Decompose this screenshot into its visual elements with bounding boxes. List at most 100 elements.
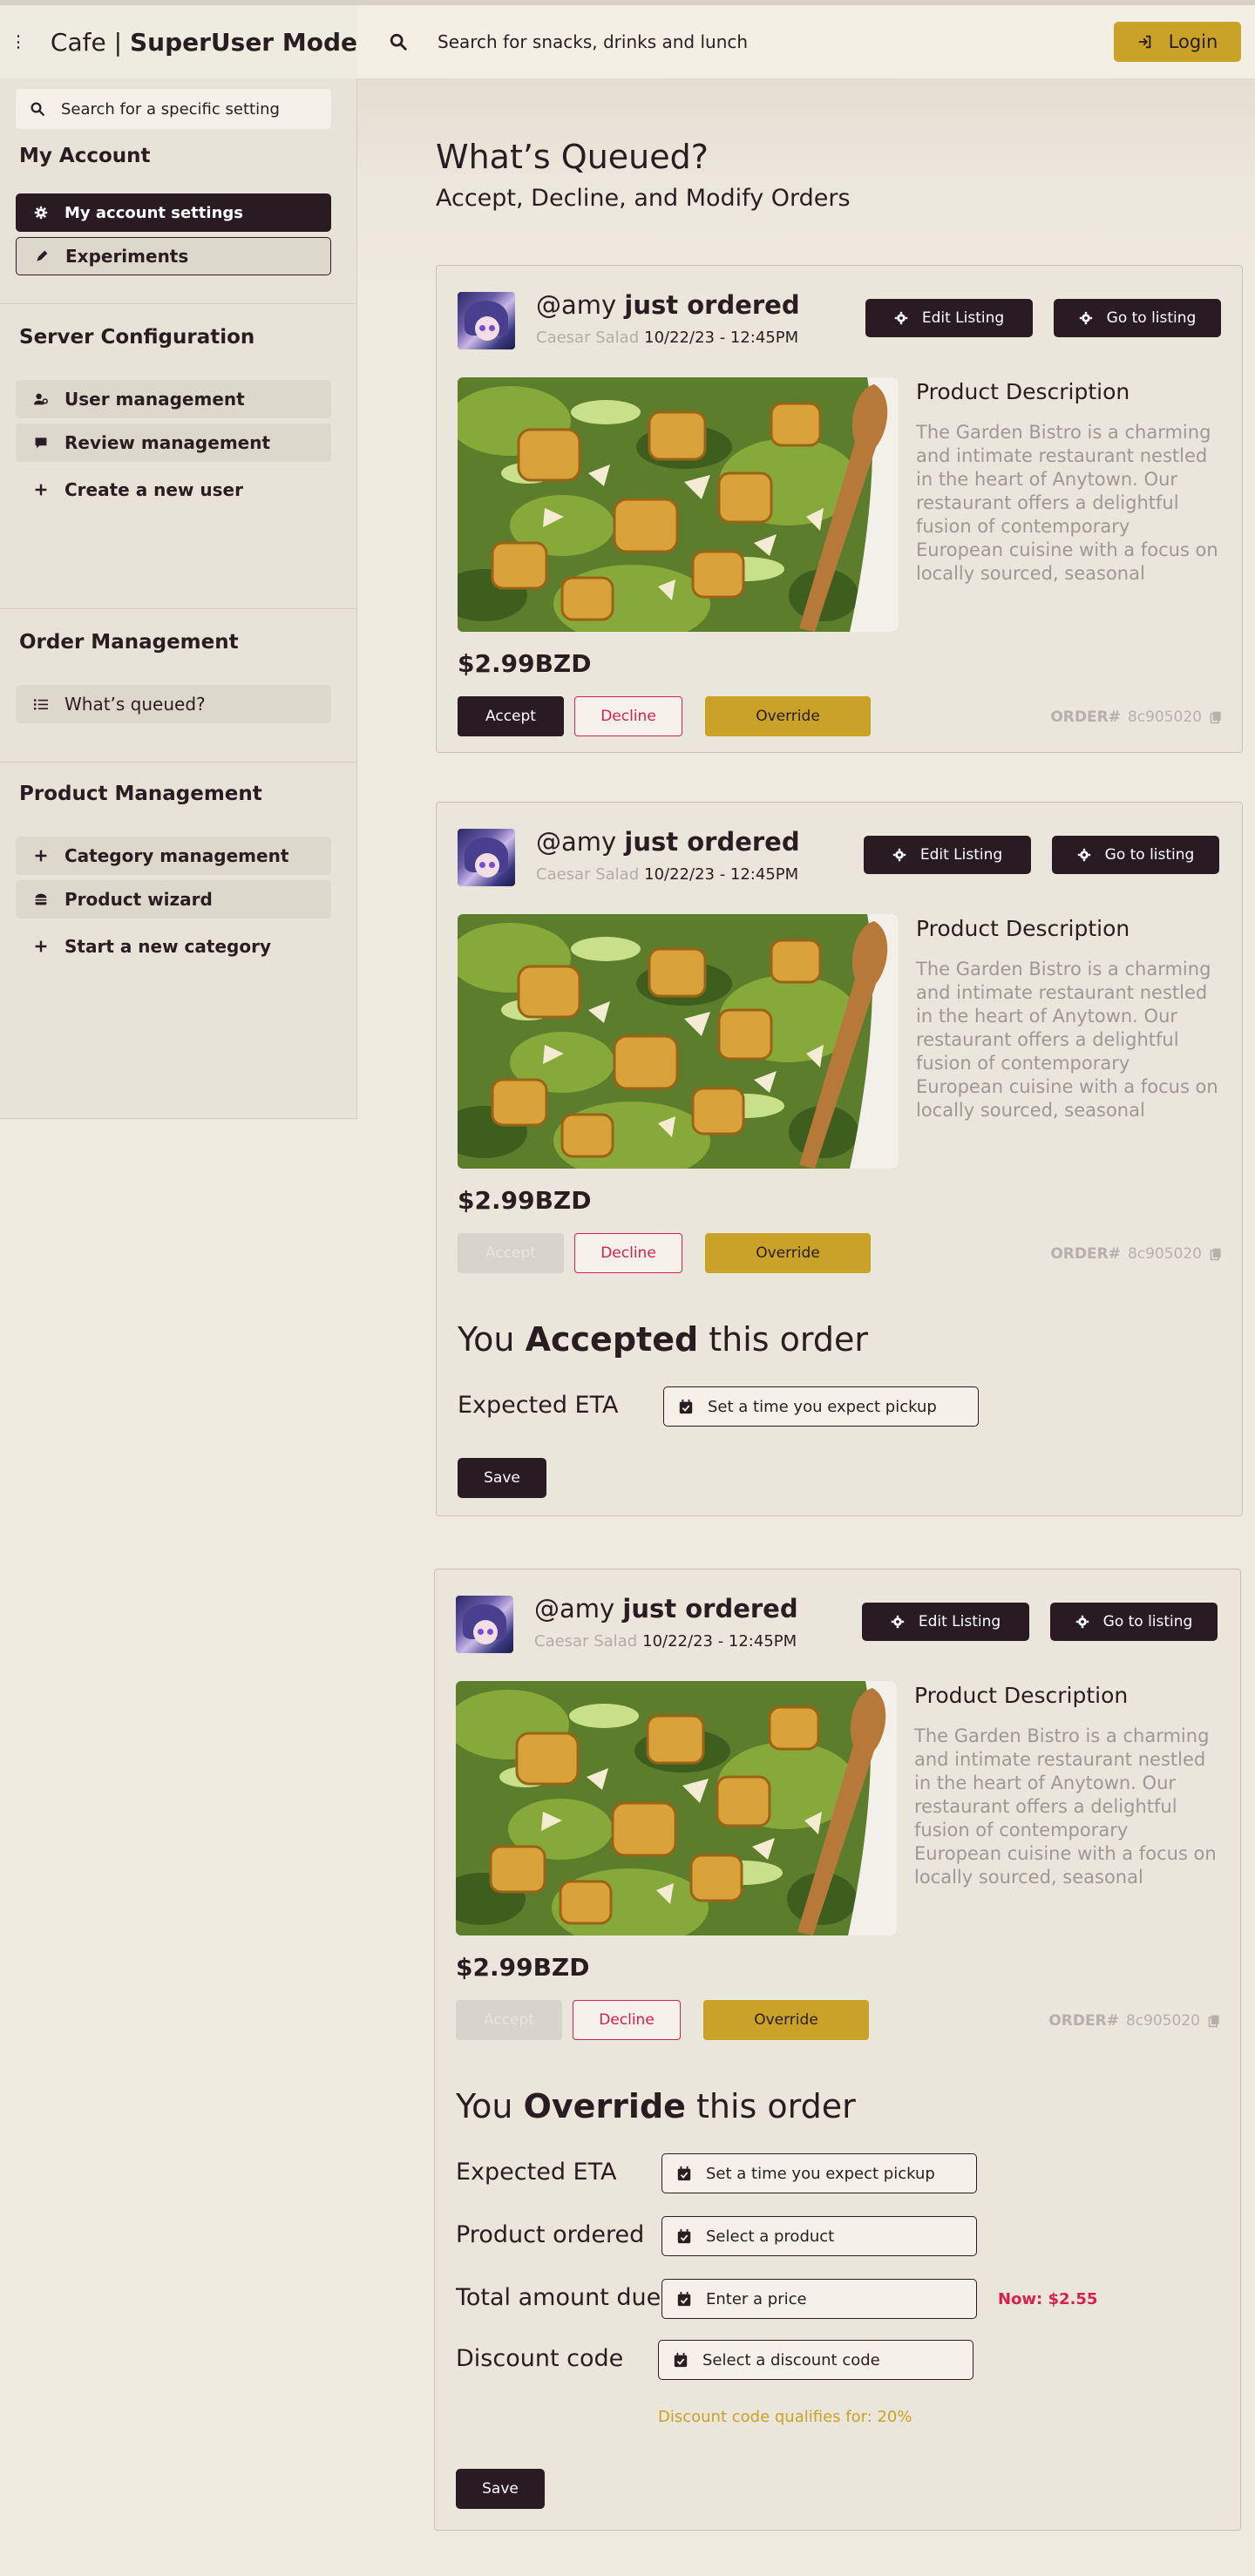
order-card: @amy just ordered Caesar Salad 10/22/23 -… [436,265,1243,753]
eta-placeholder: Set a time you expect pickup [708,1397,937,1416]
override-button[interactable]: Override [705,696,871,736]
order-number: ORDER# 8c905020 [1050,708,1223,726]
accept-button[interactable]: Accept [458,1233,564,1273]
decline-button[interactable]: Decline [573,2000,681,2040]
gear-icon [894,311,908,325]
edit-listing-label: Edit Listing [921,309,1005,327]
login-label: Login [1168,31,1218,52]
override-button[interactable]: Override [703,2000,869,2040]
go-to-listing-button[interactable]: Go to listing [1052,836,1219,874]
divider [0,303,356,304]
user-gear-icon [33,391,49,407]
discount-qualifies-note: Discount code qualifies for: 20% [658,2408,912,2426]
total-amount-field[interactable]: Enter a price [661,2279,977,2319]
plus-icon [33,482,49,498]
discount-code-label: Discount code [456,2345,624,2372]
product-description-title: Product Description [914,1683,1129,1708]
decline-button[interactable]: Decline [574,1233,682,1273]
avatar [458,292,515,349]
order-item-name: Caesar Salad [536,865,640,884]
divider [0,608,356,609]
go-to-listing-button[interactable]: Go to listing [1054,299,1221,337]
eta-field[interactable]: Set a time you expect pickup [663,1386,979,1427]
order-number-value: 8c905020 [1125,2012,1200,2030]
order-card: @amy just ordered Caesar Salad 10/22/23 -… [434,1569,1241,2531]
edit-listing-button[interactable]: Edit Listing [864,836,1031,874]
order-number-label: ORDER# [1050,1245,1121,1263]
eta-label: Expected ETA [458,1392,619,1419]
hamburger-menu-icon[interactable] [17,35,19,49]
order-meta: Caesar Salad 10/22/23 - 12:45PM [534,1632,797,1651]
edit-listing-button[interactable]: Edit Listing [862,1603,1029,1641]
order-item-name: Caesar Salad [536,329,640,347]
settings-search-input[interactable]: Search for a specific setting [16,89,331,129]
total-amount-label: Total amount due [456,2284,661,2311]
product-description: The Garden Bistro is a charming and inti… [914,1725,1217,1888]
sidebar-item-user-management[interactable]: User management [16,380,331,418]
order-number-label: ORDER# [1050,708,1121,726]
order-user[interactable]: @amy [534,1594,614,1624]
order-user[interactable]: @amy [536,827,616,857]
list-icon [33,696,49,712]
sign-in-icon [1138,35,1150,49]
gear-icon [1079,311,1092,325]
order-meta: Caesar Salad 10/22/23 - 12:45PM [536,329,798,347]
product-ordered-label: Product ordered [456,2221,645,2248]
order-status-heading: You Override this order [456,2087,856,2125]
save-button[interactable]: Save [456,2469,545,2509]
save-button[interactable]: Save [458,1458,546,1498]
sidebar-item-category-management[interactable]: Category management [16,837,331,875]
status-prefix: You [458,1320,515,1359]
order-number: ORDER# 8c905020 [1050,1245,1223,1263]
eta-field[interactable]: Set a time you expect pickup [661,2153,977,2193]
sidebar-item-my-account-settings[interactable]: My account settings [16,193,331,232]
calendar-icon [679,1399,693,1414]
accept-button[interactable]: Accept [456,2000,562,2040]
decline-button[interactable]: Decline [574,696,682,736]
copy-icon[interactable] [1209,710,1223,724]
sidebar-item-start-new-category[interactable]: Start a new category [16,927,331,966]
order-card: @amy just ordered Caesar Salad 10/22/23 -… [436,802,1243,1516]
login-button[interactable]: Login [1114,22,1241,62]
copy-icon[interactable] [1209,1247,1223,1261]
gear-icon [1077,848,1090,862]
sidebar-item-create-new-user[interactable]: Create a new user [16,471,331,509]
sidebar-item-experiments[interactable]: Experiments [16,237,331,275]
sidebar-item-product-wizard[interactable]: Product wizard [16,880,331,919]
status-suffix: this order [709,1320,869,1359]
sidebar-item-review-management[interactable]: Review management [16,424,331,462]
avatar [458,829,515,886]
override-button[interactable]: Override [705,1233,871,1273]
plus-icon [33,848,49,864]
settings-search-placeholder: Search for a specific setting [61,99,280,119]
order-action: just ordered [622,1594,798,1624]
order-headline: @amy just ordered [534,1594,798,1624]
order-status-heading: You Accepted this order [458,1320,868,1359]
order-number-value: 8c905020 [1127,708,1202,726]
status-word: Accepted [525,1320,699,1359]
sidebar-item-label: What’s queued? [64,694,206,715]
brand-bar: Cafe | SuperUser Mode [0,5,357,78]
page-subtitle: Accept, Decline, and Modify Orders [436,185,851,212]
discount-code-field[interactable]: Select a discount code [658,2340,973,2380]
gear-icon [892,848,906,862]
sidebar-item-label: Start a new category [64,936,271,957]
gear-icon [33,205,49,220]
go-to-listing-label: Go to listing [1102,1613,1193,1630]
order-item-name: Caesar Salad [534,1632,638,1651]
section-title-product-management: Product Management [19,783,262,805]
product-ordered-field[interactable]: Select a product [661,2216,977,2256]
copy-icon[interactable] [1207,2014,1221,2028]
edit-listing-button[interactable]: Edit Listing [865,299,1033,337]
sidebar-item-whats-queued[interactable]: What’s queued? [16,685,331,723]
product-description-title: Product Description [916,916,1130,941]
sidebar-item-label: User management [64,389,245,410]
top-search-input[interactable] [438,31,1048,52]
total-amount-placeholder: Enter a price [706,2289,807,2308]
status-suffix: this order [696,2087,856,2125]
current-price-note: Now: $2.55 [998,2290,1098,2308]
go-to-listing-button[interactable]: Go to listing [1050,1603,1218,1641]
order-number-label: ORDER# [1048,2012,1119,2030]
order-user[interactable]: @amy [536,290,616,320]
accept-button[interactable]: Accept [458,696,564,736]
